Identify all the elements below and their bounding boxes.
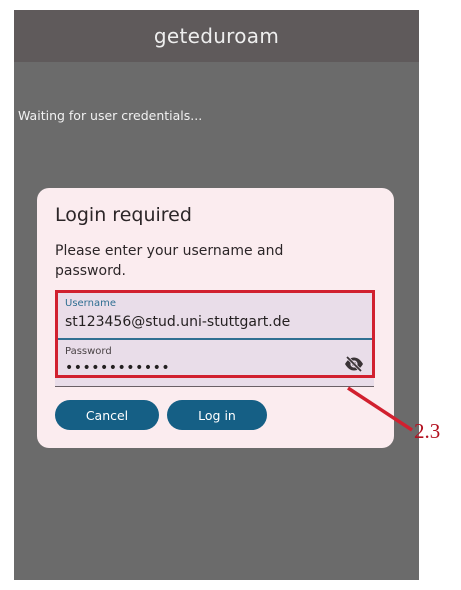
- annotation-pointer: [347, 386, 413, 432]
- annotation-pointer-line: [347, 386, 413, 432]
- annotation-label: 2.3: [414, 419, 441, 443]
